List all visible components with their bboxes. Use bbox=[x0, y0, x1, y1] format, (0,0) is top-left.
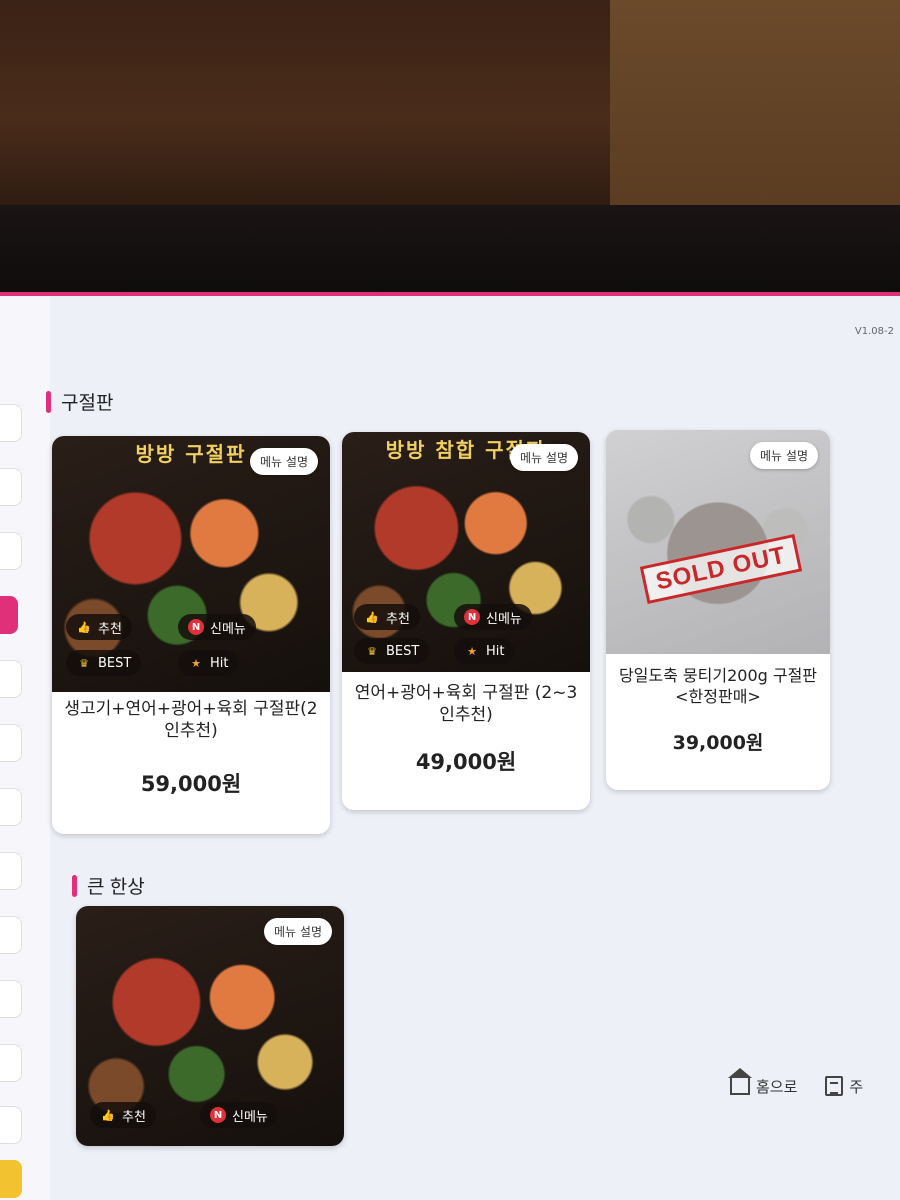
badge-label: 추천 bbox=[386, 611, 410, 627]
badge-new: N 신메뉴 bbox=[178, 614, 256, 640]
kiosk-screen: V1.08-2 구절판 방방 구절판 메뉴 설명 👍 추천 N 신메뉴 ♛ BE… bbox=[0, 292, 900, 1200]
order-list-icon bbox=[825, 1076, 844, 1096]
menu-card[interactable]: 방방 참합 구절판 메뉴 설명 👍 추천 N 신메뉴 ♛ BEST ★ Hit … bbox=[342, 432, 590, 810]
bottom-nav: 홈으로 주 bbox=[710, 1056, 900, 1116]
sidebar-tab[interactable] bbox=[0, 1106, 22, 1144]
menu-card[interactable]: 메뉴 설명 👍 추천 N 신메뉴 bbox=[76, 906, 344, 1146]
thumbs-up-icon: 👍 bbox=[101, 1108, 115, 1122]
order-button[interactable]: 주 bbox=[825, 1076, 863, 1097]
app-version: V1.08-2 bbox=[854, 326, 894, 337]
star-icon: ★ bbox=[191, 656, 201, 670]
badge-best: ♛ BEST bbox=[66, 650, 142, 676]
menu-description-button[interactable]: 메뉴 설명 bbox=[510, 444, 578, 471]
badge-new: N 신메뉴 bbox=[200, 1102, 278, 1128]
menu-name: 당일도축 뭉티기200g 구절판<한정판매> bbox=[618, 666, 818, 706]
sidebar-tab[interactable] bbox=[0, 916, 22, 954]
menu-name: 생고기+연어+광어+육회 구절판(2인추천) bbox=[64, 699, 318, 742]
sidebar-tab[interactable] bbox=[0, 1044, 22, 1082]
sidebar-tab[interactable] bbox=[0, 468, 22, 506]
menu-description-button[interactable]: 메뉴 설명 bbox=[250, 448, 318, 475]
badge-best: ♛ BEST bbox=[354, 638, 430, 664]
section-marker bbox=[72, 874, 77, 897]
category-sidebar bbox=[0, 296, 50, 1200]
menu-name: 연어+광어+육회 구절판 (2~3인추천) bbox=[354, 683, 578, 726]
crown-icon: ♛ bbox=[79, 656, 89, 670]
new-icon: N bbox=[464, 609, 480, 625]
order-label: 주 bbox=[849, 1077, 864, 1096]
crown-icon: ♛ bbox=[367, 644, 377, 658]
badge-recommend: 👍 추천 bbox=[66, 614, 132, 640]
section-title-big-table: 큰 한상 bbox=[72, 872, 145, 899]
badge-label: Hit bbox=[486, 643, 505, 659]
sidebar-tab-active[interactable] bbox=[0, 596, 18, 634]
home-label: 홈으로 bbox=[756, 1077, 798, 1096]
badge-label: 추천 bbox=[98, 621, 122, 637]
star-icon: ★ bbox=[467, 644, 477, 658]
section-title-gujeolpan: 구절판 bbox=[46, 388, 113, 415]
badge-label: Hit bbox=[210, 655, 229, 671]
section-marker bbox=[46, 390, 51, 413]
wall-panel bbox=[610, 0, 900, 215]
menu-card[interactable]: 방방 구절판 메뉴 설명 👍 추천 N 신메뉴 ♛ BEST ★ Hit 생고기… bbox=[52, 436, 330, 834]
badge-label: 신메뉴 bbox=[486, 611, 522, 627]
badge-hit: ★ Hit bbox=[178, 650, 239, 676]
device-bezel bbox=[0, 205, 900, 295]
menu-price: 59,000원 bbox=[140, 772, 242, 796]
badge-recommend: 👍 추천 bbox=[90, 1102, 156, 1128]
badge-label: 추천 bbox=[122, 1109, 146, 1125]
menu-card-sold-out[interactable]: 메뉴 설명 SOLD OUT 당일도축 뭉티기200g 구절판<한정판매> 39… bbox=[606, 430, 830, 790]
badge-label: 신메뉴 bbox=[232, 1109, 268, 1125]
sidebar-tab[interactable] bbox=[0, 660, 22, 698]
menu-description-button[interactable]: 메뉴 설명 bbox=[264, 918, 332, 945]
sidebar-tab[interactable] bbox=[0, 980, 22, 1018]
menu-price: 39,000원 bbox=[672, 732, 764, 754]
menu-price: 49,000원 bbox=[415, 750, 517, 774]
thumbs-up-icon: 👍 bbox=[77, 620, 91, 634]
sidebar-tab[interactable] bbox=[0, 724, 22, 762]
home-button[interactable]: 홈으로 bbox=[728, 1068, 798, 1097]
badge-label: 신메뉴 bbox=[210, 621, 246, 637]
sidebar-tab[interactable] bbox=[0, 404, 22, 442]
new-icon: N bbox=[188, 619, 204, 635]
badge-recommend: 👍 추천 bbox=[354, 604, 420, 630]
badge-hit: ★ Hit bbox=[454, 638, 515, 664]
section-title-text: 큰 한상 bbox=[87, 877, 145, 898]
badge-label: BEST bbox=[98, 655, 132, 671]
sidebar-tab[interactable] bbox=[0, 788, 22, 826]
thumbs-up-icon: 👍 bbox=[365, 610, 379, 624]
menu-description-button[interactable]: 메뉴 설명 bbox=[750, 442, 818, 469]
room-background bbox=[0, 0, 900, 215]
home-icon bbox=[728, 1068, 752, 1095]
badge-new: N 신메뉴 bbox=[454, 604, 532, 630]
new-icon: N bbox=[210, 1107, 226, 1123]
section-title-text: 구절판 bbox=[61, 393, 114, 414]
badge-label: BEST bbox=[386, 643, 420, 659]
sidebar-tab[interactable] bbox=[0, 852, 22, 890]
sidebar-tab-highlight[interactable] bbox=[0, 1160, 22, 1198]
sidebar-tab[interactable] bbox=[0, 532, 22, 570]
